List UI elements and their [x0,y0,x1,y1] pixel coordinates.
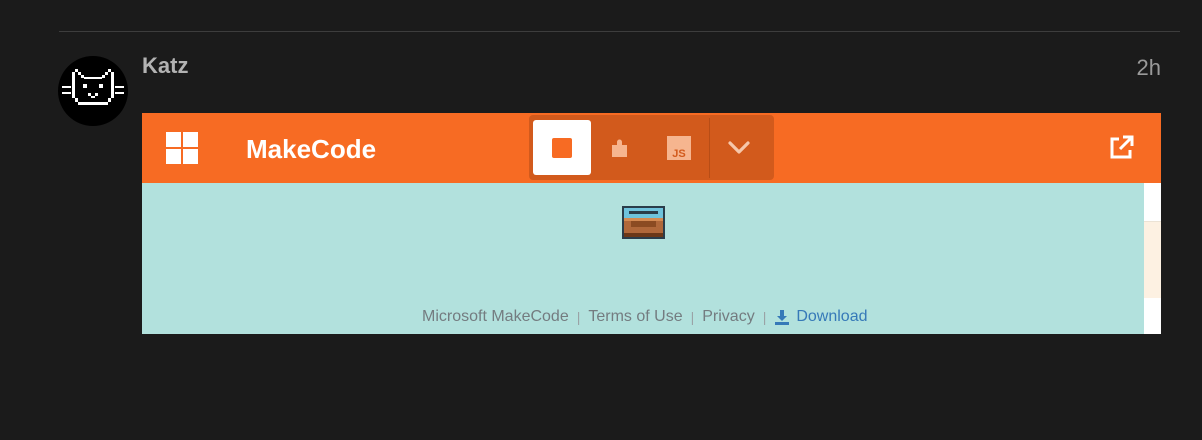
footer-separator: | [576,309,581,325]
footer-link-privacy[interactable]: Privacy [702,308,754,326]
chevron-down-icon [728,140,750,154]
blocks-editor-button[interactable] [533,120,591,175]
avatar[interactable] [58,56,128,126]
external-link-icon [1110,135,1134,159]
puzzle-icon [612,139,627,157]
footer-separator: | [690,309,695,325]
editor-toggle: JS [529,115,774,180]
footer-separator: | [762,309,767,325]
makecode-embed: MakeCode JS Microsoft MakeCode | Terms o… [142,113,1161,334]
popout-button[interactable] [1107,134,1135,162]
post-divider [59,31,1180,32]
js-icon: JS [667,135,691,160]
makecode-brand[interactable]: MakeCode [246,134,376,165]
microsoft-logo-icon[interactable] [166,132,198,164]
more-editors-button[interactable] [710,120,768,175]
makecode-header: MakeCode JS [142,113,1161,183]
side-panel [1144,183,1161,334]
post-timestamp[interactable]: 2h [1137,55,1161,81]
side-panel-highlight [1144,221,1161,298]
python-editor-button[interactable] [591,120,649,175]
console-icon [622,206,665,239]
pixel-cat-icon [62,69,124,105]
download-label: Download [796,308,868,325]
footer-link-makecode[interactable]: Microsoft MakeCode [422,308,569,326]
download-icon [775,310,790,325]
download-link[interactable]: Download [774,308,868,326]
square-icon [552,137,572,158]
simulator-icon[interactable] [622,206,665,244]
post-username[interactable]: Katz [142,53,188,79]
js-icon-label: JS [672,148,685,160]
makecode-footer: Microsoft MakeCode | Terms of Use | Priv… [422,308,868,326]
javascript-editor-button[interactable]: JS [650,120,708,175]
footer-link-terms[interactable]: Terms of Use [588,308,682,326]
